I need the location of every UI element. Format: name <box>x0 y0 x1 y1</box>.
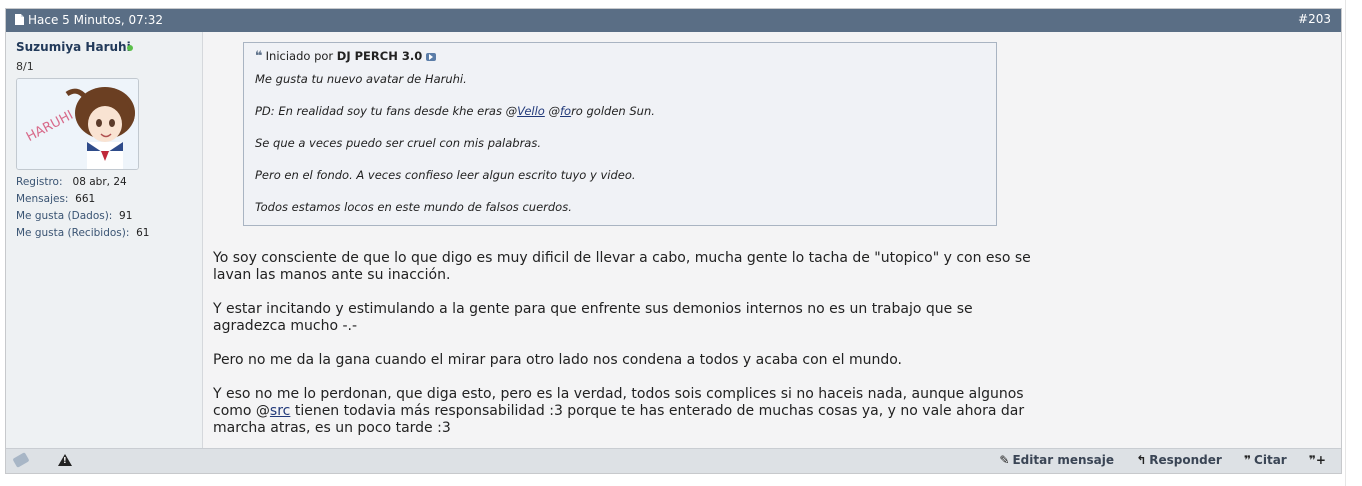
quote-line: PD: En realidad soy tu fans desde khe er… <box>255 104 655 118</box>
pencil-icon: ✎ <box>999 453 1010 467</box>
quote-line: Todos estamos locos en este mundo de fal… <box>255 200 572 214</box>
mention-link-foro[interactable]: fo <box>560 104 571 118</box>
message-paragraph: Y estar incitando y estimulando a la gen… <box>213 301 973 334</box>
edit-post-button[interactable]: ✎ Editar mensaje <box>999 453 1114 467</box>
quote-author: DJ PERCH 3.0 <box>336 49 423 63</box>
quote-marks-icon: ❝ <box>255 49 263 64</box>
stat-label: Me gusta (Dados): <box>16 210 113 222</box>
message-paragraph: Pero no me da la gana cuando el mirar pa… <box>213 352 902 368</box>
mention-link-vello[interactable]: Vello <box>517 104 545 118</box>
online-status-icon <box>127 45 133 51</box>
stat-value: 661 <box>75 193 96 205</box>
post-actions: ✎ Editar mensaje ↰ Responder ❞ Citar ❞+ <box>981 453 1329 467</box>
quote-button[interactable]: ❞ Citar <box>1244 453 1287 467</box>
post-number-link[interactable]: #203 <box>1298 12 1331 26</box>
reply-button[interactable]: ↰ Responder <box>1136 453 1222 467</box>
quote-text: @ <box>544 104 560 118</box>
reply-arrow-icon: ↰ <box>1136 453 1147 467</box>
stat-label: Mensajes: <box>16 193 69 205</box>
multi-quote-button[interactable]: ❞+ <box>1309 453 1329 467</box>
quote-block: ❝ Iniciado por DJ PERCH 3.0 Me gusta tu n… <box>243 42 997 226</box>
mention-link-src[interactable]: src <box>270 403 290 419</box>
stat-label: Registro: <box>16 176 63 188</box>
document-icon <box>15 14 24 25</box>
footer-left-tools <box>12 452 30 468</box>
page-scrollbar[interactable] <box>1345 0 1362 486</box>
quote-line: Se que a veces puedo ser cruel con mis p… <box>255 136 542 150</box>
quote-text: PD: En realidad soy tu fans desde khe er… <box>255 104 518 118</box>
quote-line: Me gusta tu nuevo avatar de Haruhi. <box>255 72 467 86</box>
stat-row: Me gusta (Recibidos): 61 <box>16 225 149 242</box>
user-avatar[interactable]: HARUHI <box>16 78 139 170</box>
stat-row: Me gusta (Dados): 91 <box>16 208 149 225</box>
post-content: ❝ Iniciado por DJ PERCH 3.0 Me gusta tu n… <box>203 32 1341 451</box>
quote-header: ❝ Iniciado por DJ PERCH 3.0 <box>255 49 437 64</box>
quote-bubble-icon: ❞ <box>1243 453 1252 467</box>
quote-intro: Iniciado por <box>265 49 334 63</box>
username-link[interactable]: Suzumiya Haruhi <box>16 40 131 54</box>
forum-post: Hace 5 Minutos, 07:32 #203 Suzumiya Haru… <box>5 8 1342 474</box>
message-text: tienen todavia más responsabilidad :3 po… <box>213 403 1025 436</box>
post-header: Hace 5 Minutos, 07:32 #203 <box>6 9 1341 32</box>
stat-row: Registro: 08 abr, 24 <box>16 174 149 191</box>
edit-post-label: Editar mensaje <box>1012 453 1114 467</box>
message-paragraph: Yo soy consciente de que lo que digo es … <box>213 250 1031 283</box>
stat-row: Mensajes: 661 <box>16 191 149 208</box>
tag-icon[interactable] <box>12 452 30 468</box>
multi-quote-plus-icon: ❞+ <box>1308 453 1326 467</box>
stat-label: Me gusta (Recibidos): <box>16 227 130 239</box>
message-body: Yo soy consciente de que lo que digo es … <box>213 250 1043 454</box>
report-warning-icon[interactable] <box>58 454 72 466</box>
stat-value: 08 abr, 24 <box>72 176 127 188</box>
quote-text: golden Sun. <box>582 104 655 118</box>
message-paragraph: Y eso no me lo perdonan, que diga esto, … <box>213 386 1043 437</box>
user-title: 8/1 <box>16 60 34 73</box>
reply-label: Responder <box>1149 453 1222 467</box>
quote-text: ro <box>571 104 583 118</box>
user-info-panel: Suzumiya Haruhi 8/1 HARUHI Registro: 08 … <box>6 32 203 451</box>
stat-value: 61 <box>136 227 150 239</box>
post-footer: ✎Editar mensaje ↰Responder ❞Citar ❞+ <box>6 448 1341 473</box>
view-post-icon[interactable] <box>426 52 437 61</box>
quote-label: Citar <box>1254 453 1287 467</box>
quote-line: Pero en el fondo. A veces confieso leer … <box>255 168 636 182</box>
post-date: Hace 5 Minutos, 07:32 <box>28 13 164 27</box>
user-stats: Registro: 08 abr, 24 Mensajes: 661 Me gu… <box>16 174 149 242</box>
avatar-image: HARUHI <box>17 79 138 169</box>
stat-value: 91 <box>119 210 133 222</box>
